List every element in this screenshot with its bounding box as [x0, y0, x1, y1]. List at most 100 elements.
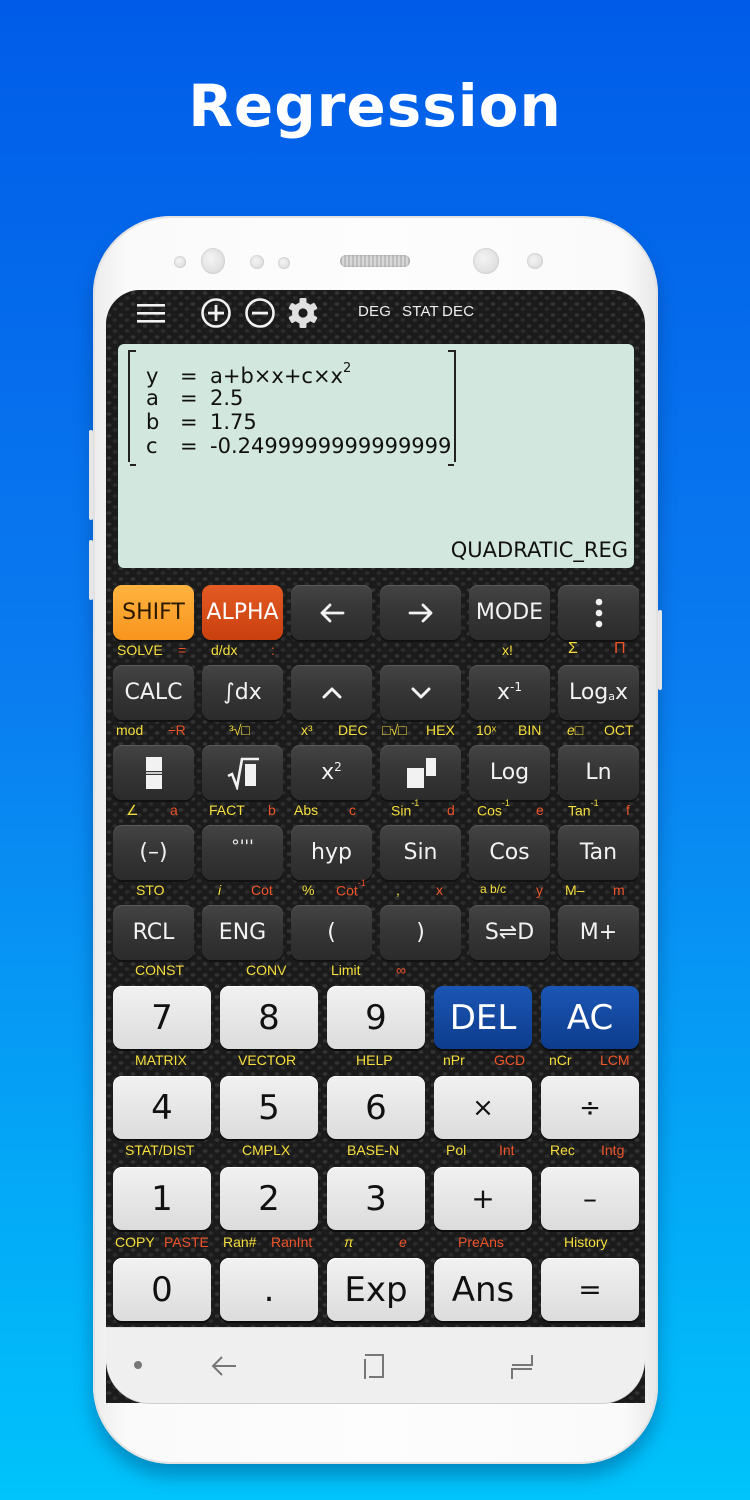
digit-5-key[interactable]: 5 — [220, 1076, 318, 1139]
cursor-down-key[interactable] — [380, 665, 461, 720]
front-camera — [473, 248, 499, 274]
back-icon[interactable] — [210, 1352, 238, 1380]
digit-4-key[interactable]: 4 — [113, 1076, 211, 1139]
log-base-key[interactable]: Log a x — [558, 665, 639, 720]
power-icon — [406, 757, 436, 788]
recall-key[interactable]: RCL — [113, 905, 194, 960]
tan-key[interactable]: Tan — [558, 825, 639, 880]
recents-icon[interactable] — [508, 1353, 536, 1381]
matrix-label: MATRIX — [135, 1052, 187, 1068]
open-paren-key[interactable]: ( — [291, 905, 372, 960]
fraction-icon — [145, 756, 162, 789]
power-of-ten-label: 10ˣ — [476, 722, 497, 738]
light-sensor — [250, 255, 264, 269]
eng-key[interactable]: ENG — [202, 905, 283, 960]
constants-label: CONST — [135, 962, 184, 978]
memory-minus-label: M– — [565, 882, 585, 898]
sin-key[interactable]: Sin — [380, 825, 461, 880]
zoom-out-icon[interactable] — [243, 296, 277, 330]
chevron-up-icon — [322, 687, 341, 698]
stat-dist-label: STAT/DIST — [125, 1142, 195, 1158]
calc-key[interactable]: CALC — [113, 665, 194, 720]
digit-1-key[interactable]: 1 — [113, 1167, 211, 1230]
arccot-label: Cot-1 — [336, 878, 366, 899]
var-a-label: a — [170, 802, 178, 818]
cos-key[interactable]: Cos — [469, 825, 550, 880]
arrow-left-icon — [320, 603, 344, 622]
reciprocal-key[interactable]: x -1 — [469, 665, 550, 720]
factorization-label: FACT — [209, 802, 245, 818]
divide-key[interactable]: ÷ — [541, 1076, 639, 1139]
exponent-key[interactable]: Exp — [327, 1258, 425, 1321]
negative-key[interactable]: (–) — [113, 825, 194, 880]
plus-key[interactable]: + — [434, 1167, 532, 1230]
base-n-label: BASE-N — [347, 1142, 400, 1158]
integral-key[interactable]: ∫dx — [202, 665, 283, 720]
lcm-label: LCM — [600, 1052, 630, 1068]
volume-button — [89, 430, 93, 520]
var-c-label: c — [349, 802, 356, 818]
log-key[interactable]: Log — [469, 745, 550, 800]
pi-label: π — [344, 1234, 354, 1250]
digit-3-key[interactable]: 3 — [327, 1167, 425, 1230]
s-to-d-key[interactable]: S⇌D — [469, 905, 550, 960]
calculator-screen: DEG STAT DEC y = a+b×x+c×x2 a = 2.5 b = 1.75 c… — [106, 290, 645, 1403]
integer-floor-label: Intg — [601, 1142, 625, 1158]
result-matrix: y = a+b×x+c×x2 a = 2.5 b = 1.75 c = -0.249999999… — [128, 350, 456, 466]
decimal-point-key[interactable]: . — [220, 1258, 318, 1321]
answer-key[interactable]: Ans — [434, 1258, 532, 1321]
fraction-key[interactable] — [113, 745, 194, 800]
arctan-label: Tan-1 — [568, 798, 599, 819]
digit-2-key[interactable]: 2 — [220, 1167, 318, 1230]
exp-e-label: e□ — [567, 722, 584, 738]
home-icon[interactable] — [360, 1353, 388, 1381]
vector-label: VECTOR — [238, 1052, 297, 1068]
ln-key[interactable]: Ln — [558, 745, 639, 800]
minus-key[interactable]: – — [541, 1167, 639, 1230]
coefficient-b-value: 1.75 — [210, 410, 257, 434]
coefficient-c-row: c = -0.2499999999999999 — [146, 434, 452, 458]
alpha-key[interactable]: ALPHA — [202, 585, 283, 640]
close-paren-key[interactable]: ) — [380, 905, 461, 960]
var-m-label: m — [613, 882, 625, 898]
cursor-left-key[interactable] — [291, 585, 372, 640]
power-key[interactable] — [380, 745, 461, 800]
delete-key[interactable]: DEL — [434, 986, 532, 1049]
hyp-key[interactable]: hyp — [291, 825, 372, 880]
cursor-up-key[interactable] — [291, 665, 372, 720]
degree-key[interactable]: °''' — [202, 825, 283, 880]
menu-icon[interactable] — [134, 296, 168, 330]
more-options-key[interactable] — [558, 585, 639, 640]
coefficient-a-row: a = 2.5 — [146, 386, 244, 410]
mode-key[interactable]: MODE — [469, 585, 550, 640]
polar-label: Pol — [446, 1142, 467, 1158]
digit-6-key[interactable]: 6 — [327, 1076, 425, 1139]
top-bar: DEG STAT DEC — [106, 290, 645, 338]
euler-label: e — [399, 1234, 407, 1250]
square-key[interactable]: x2 — [291, 745, 372, 800]
cube-label: x³ — [301, 722, 313, 738]
conversion-label: CONV — [246, 962, 287, 978]
equals-key[interactable]: = — [541, 1258, 639, 1321]
digit-0-key[interactable]: 0 — [113, 1258, 211, 1321]
var-x-label: x — [436, 882, 443, 898]
arrow-right-icon — [408, 603, 432, 622]
oct-label: OCT — [604, 722, 634, 738]
memory-plus-key[interactable]: M+ — [558, 905, 639, 960]
shift-key[interactable]: SHIFT — [113, 585, 194, 640]
settings-icon[interactable] — [286, 296, 320, 330]
multiply-key[interactable]: × — [434, 1076, 532, 1139]
digit-7-key[interactable]: 7 — [113, 986, 211, 1049]
coefficient-b-row: b = 1.75 — [146, 410, 257, 434]
digit-9-key[interactable]: 9 — [327, 986, 425, 1049]
all-clear-key[interactable]: AC — [541, 986, 639, 1049]
rectangular-label: Rec — [550, 1142, 575, 1158]
headline: Regression — [188, 72, 562, 140]
square-root-key[interactable] — [202, 745, 283, 800]
zoom-in-icon[interactable] — [199, 296, 233, 330]
nth-root-label: □√□ — [382, 722, 407, 738]
digit-8-key[interactable]: 8 — [220, 986, 318, 1049]
equation-value: a+b×x+c×x — [210, 364, 343, 388]
permutation-label: nPr — [443, 1052, 465, 1068]
cursor-right-key[interactable] — [380, 585, 461, 640]
